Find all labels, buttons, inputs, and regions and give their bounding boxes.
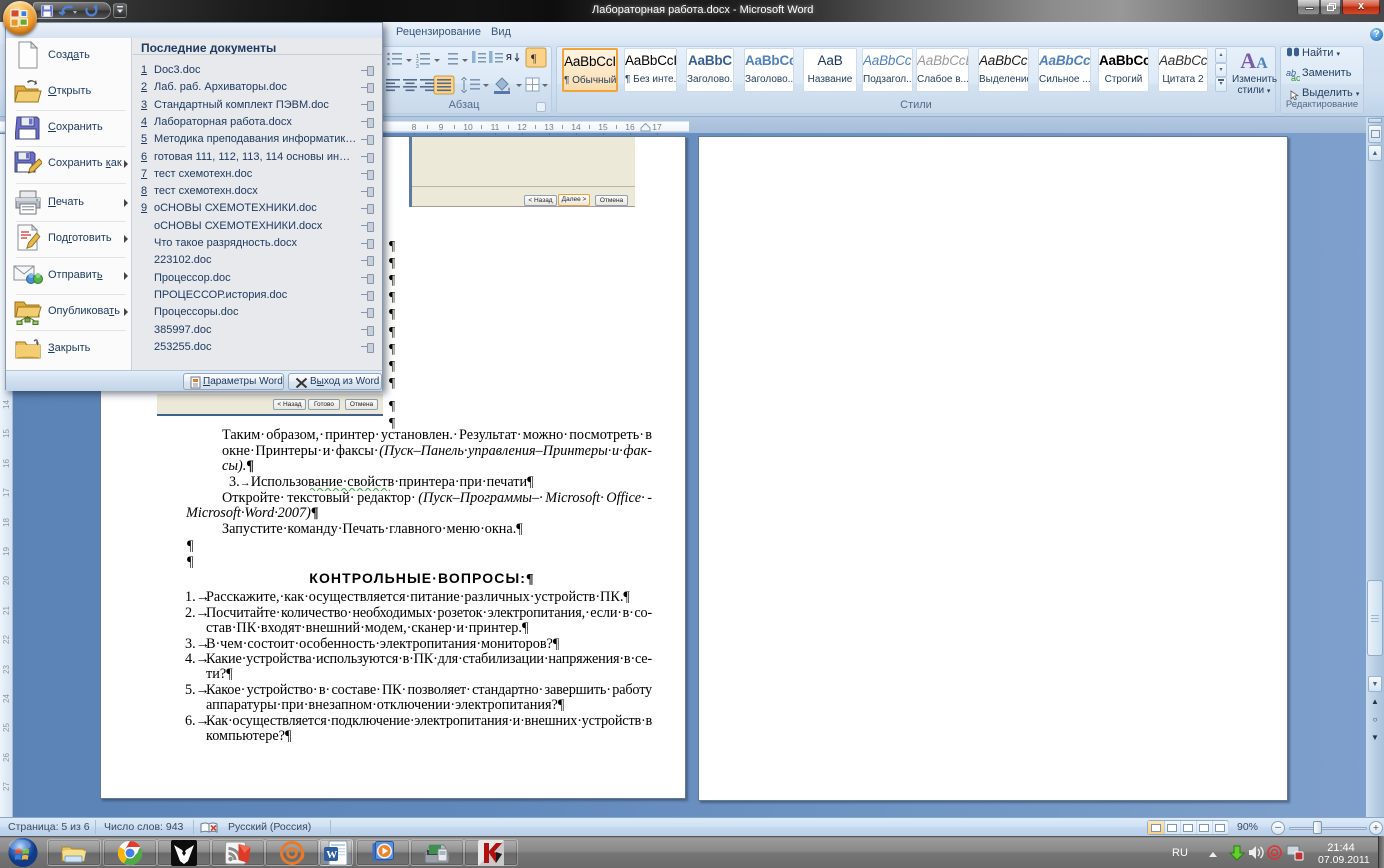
svg-text:¶: ¶ (531, 51, 537, 65)
svg-text:W: W (326, 849, 337, 861)
svg-text:ac: ac (1291, 73, 1300, 83)
svg-text:3: 3 (416, 64, 419, 70)
svg-text:Я: Я (506, 53, 512, 62)
